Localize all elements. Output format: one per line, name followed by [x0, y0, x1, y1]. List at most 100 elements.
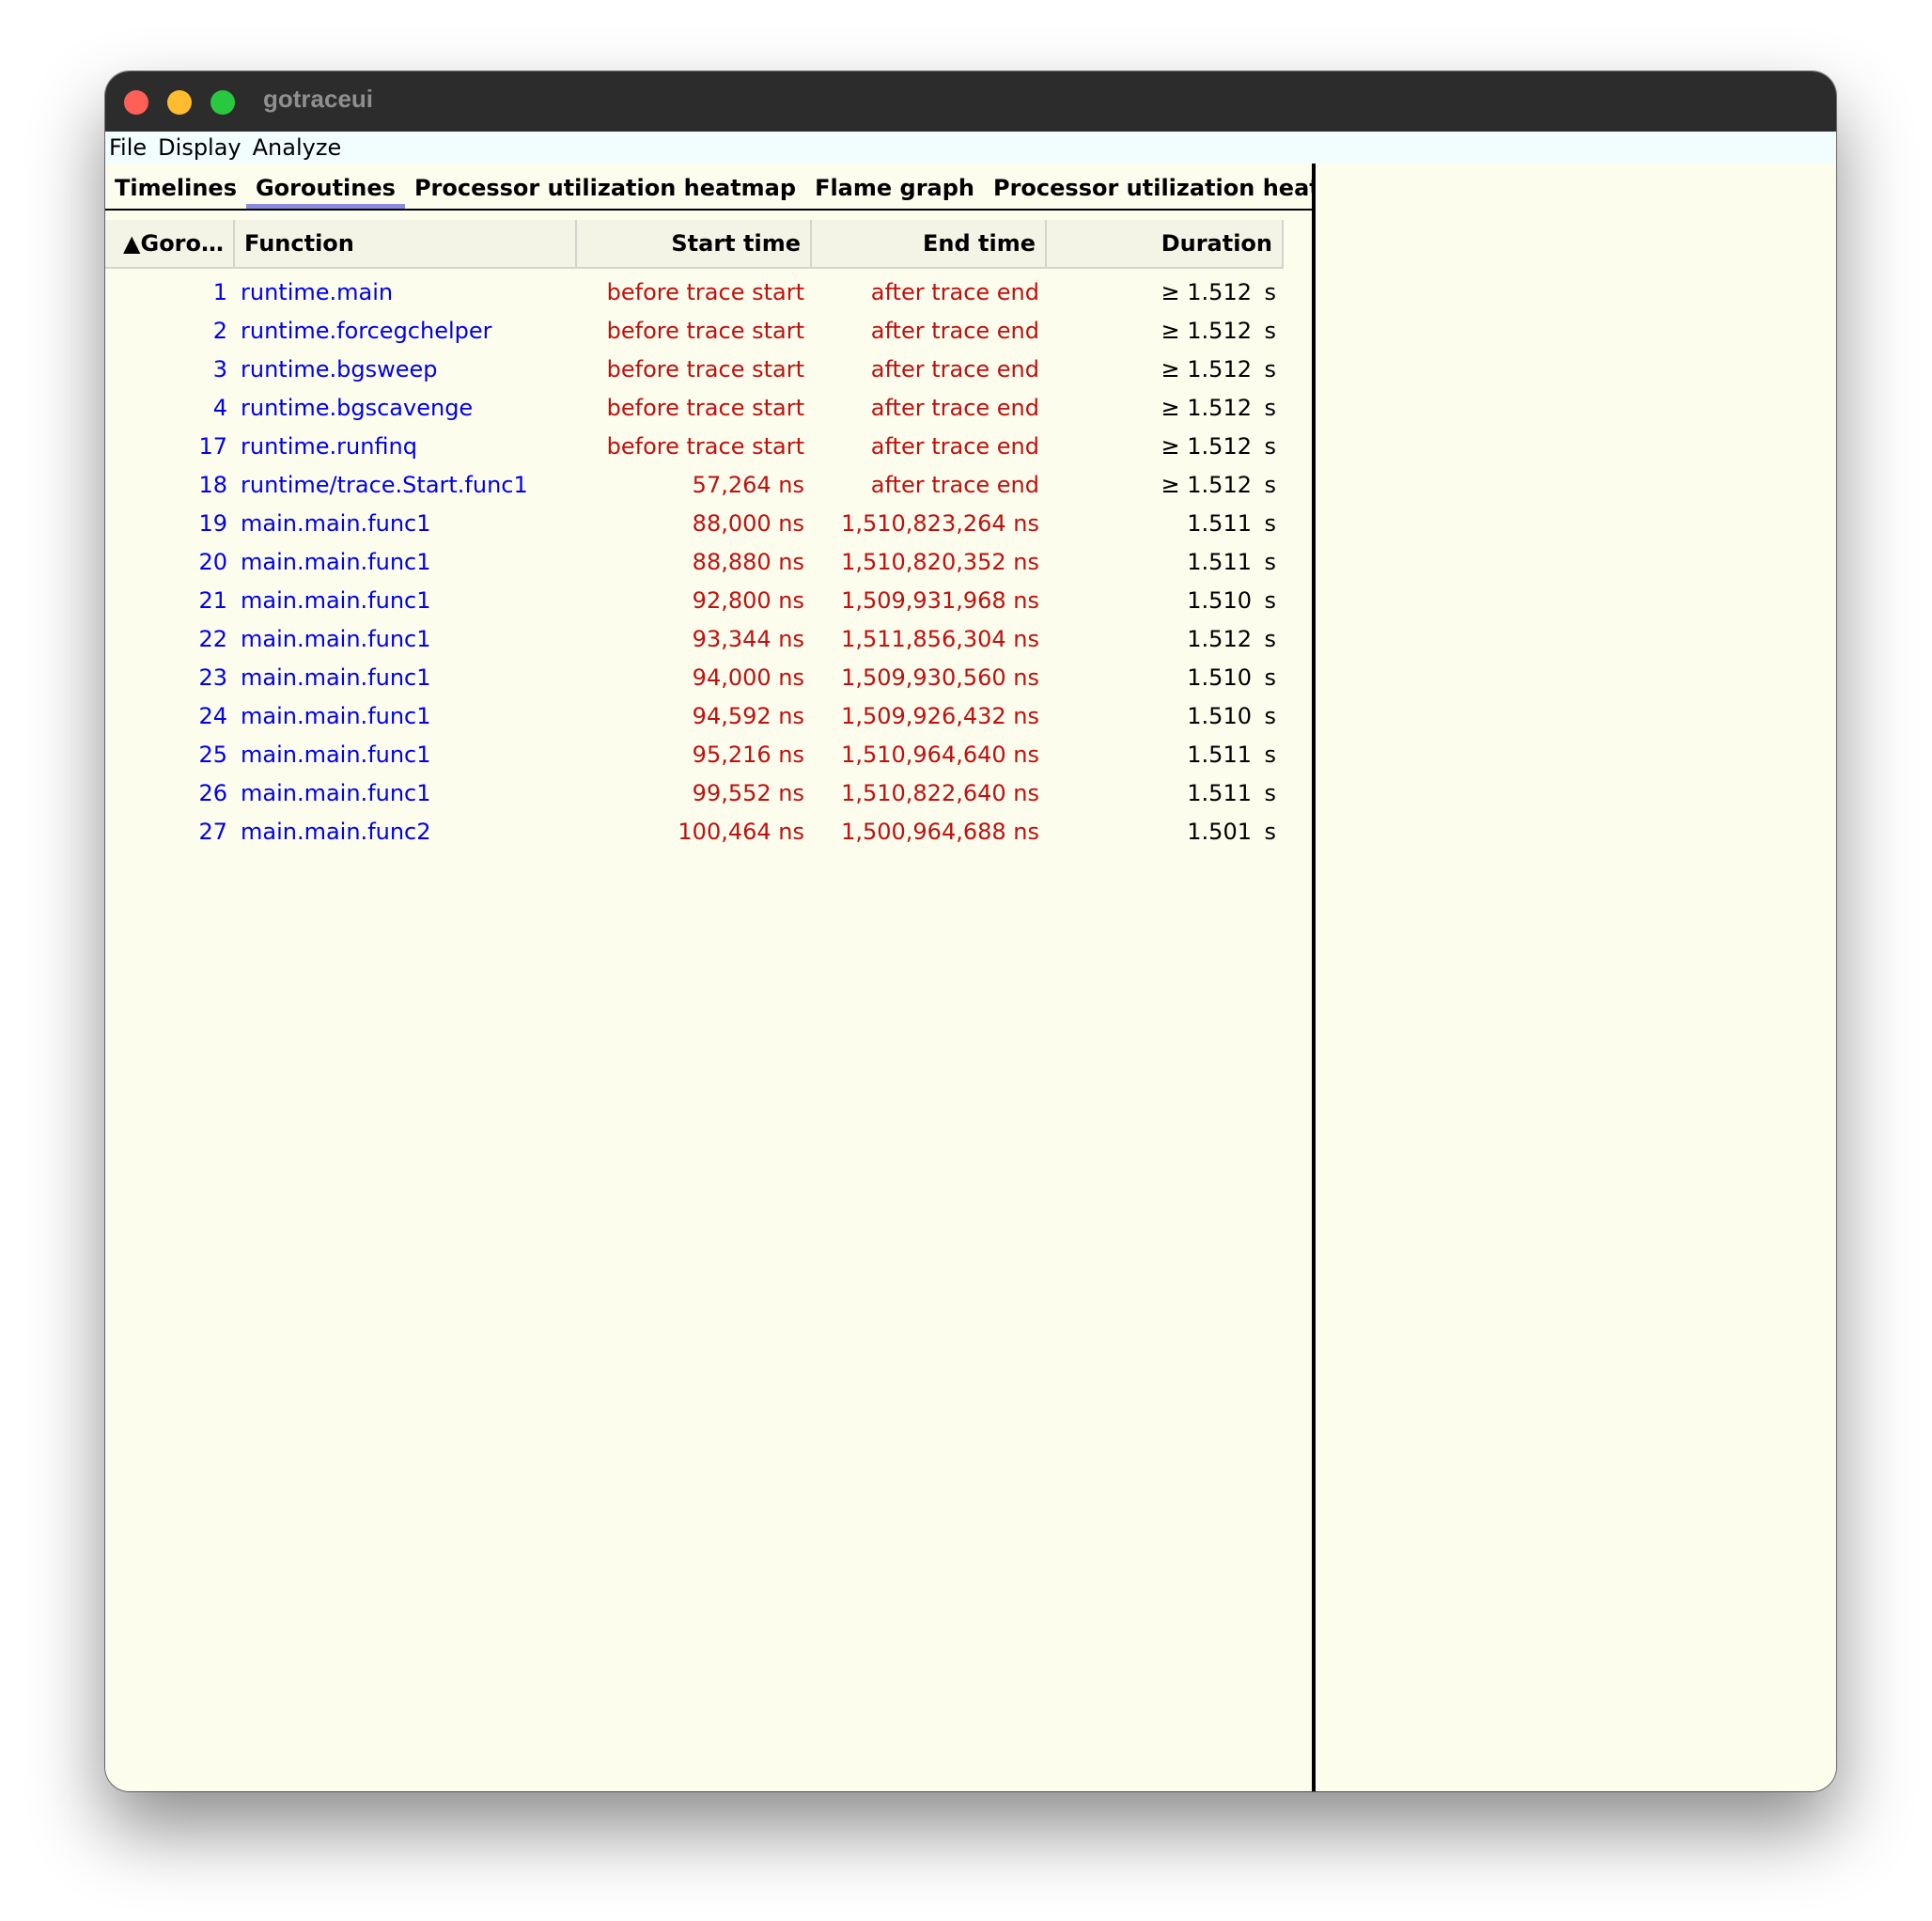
end-time-link[interactable]: 1,511,856,304 ns	[812, 626, 1047, 652]
goroutine-id-link[interactable]: 20	[105, 549, 235, 575]
function-link[interactable]: main.main.func1	[235, 703, 577, 729]
goroutine-id-link[interactable]: 3	[105, 356, 235, 383]
table-row[interactable]: 20 main.main.func1 88,880 ns 1,510,820,352 …	[105, 542, 1284, 581]
function-link[interactable]: main.main.func1	[235, 742, 577, 768]
goroutine-id-link[interactable]: 26	[105, 780, 235, 806]
end-time-link[interactable]: 1,509,930,560 ns	[812, 664, 1047, 691]
end-time-link[interactable]: after trace end	[812, 356, 1047, 383]
duration-cell: 1.511 s	[1047, 510, 1284, 537]
menu-file[interactable]: File	[105, 134, 150, 161]
column-header-duration[interactable]: Duration	[1047, 220, 1284, 267]
table-row[interactable]: 26 main.main.func1 99,552 ns 1,510,822,640 …	[105, 773, 1284, 812]
table-row[interactable]: 25 main.main.func1 95,216 ns 1,510,964,640 …	[105, 735, 1284, 773]
start-time-link[interactable]: 88,000 ns	[577, 510, 812, 537]
table-row[interactable]: 19 main.main.func1 88,000 ns 1,510,823,264 …	[105, 504, 1284, 542]
goroutine-id-link[interactable]: 19	[105, 510, 235, 537]
goroutine-id-link[interactable]: 18	[105, 472, 235, 498]
start-time-link[interactable]: 57,264 ns	[577, 472, 812, 498]
end-time-link[interactable]: 1,510,823,264 ns	[812, 510, 1047, 537]
end-time-link[interactable]: 1,509,926,432 ns	[812, 703, 1047, 729]
duration-cell: 1.511 s	[1047, 780, 1284, 806]
function-link[interactable]: main.main.func2	[235, 819, 577, 845]
start-time-link[interactable]: 95,216 ns	[577, 742, 812, 768]
start-time-link[interactable]: before trace start	[577, 433, 812, 460]
goroutine-id-link[interactable]: 4	[105, 395, 235, 421]
goroutine-id-link[interactable]: 21	[105, 587, 235, 614]
goroutine-id-link[interactable]: 23	[105, 664, 235, 691]
function-link[interactable]: main.main.func1	[235, 626, 577, 652]
menu-display[interactable]: Display	[154, 134, 244, 161]
end-time-link[interactable]: after trace end	[812, 472, 1047, 498]
end-time-link[interactable]: after trace end	[812, 279, 1047, 305]
function-link[interactable]: runtime.main	[235, 279, 577, 305]
goroutine-id-link[interactable]: 2	[105, 318, 235, 344]
close-window-button[interactable]	[124, 90, 148, 115]
goroutine-id-link[interactable]: 17	[105, 433, 235, 460]
duration-unit: s	[1264, 818, 1276, 845]
start-time-link[interactable]: 100,464 ns	[577, 819, 812, 845]
function-link[interactable]: main.main.func1	[235, 780, 577, 806]
table-row[interactable]: 21 main.main.func1 92,800 ns 1,509,931,968 …	[105, 581, 1284, 619]
function-link[interactable]: runtime.bgscavenge	[235, 395, 577, 421]
table-row[interactable]: 22 main.main.func1 93,344 ns 1,511,856,304 …	[105, 619, 1284, 658]
table-row[interactable]: 23 main.main.func1 94,000 ns 1,509,930,560 …	[105, 658, 1284, 696]
menu-analyze[interactable]: Analyze	[249, 134, 346, 161]
zoom-window-button[interactable]	[210, 90, 235, 115]
end-time-link[interactable]: 1,510,964,640 ns	[812, 742, 1047, 768]
function-link[interactable]: main.main.func1	[235, 664, 577, 691]
table-row[interactable]: 4 runtime.bgscavenge before trace start aft…	[105, 388, 1284, 427]
end-time-link[interactable]: after trace end	[812, 395, 1047, 421]
tab-goroutines[interactable]: Goroutines	[245, 175, 405, 209]
function-link[interactable]: runtime/trace.Start.func1	[235, 472, 577, 498]
start-time-link[interactable]: 92,800 ns	[577, 587, 812, 614]
table-row[interactable]: 17 runtime.runfinq before trace start after…	[105, 427, 1284, 465]
minimize-window-button[interactable]	[167, 90, 192, 115]
window-title: gotraceui	[263, 85, 374, 113]
duration-unit: s	[1264, 432, 1276, 460]
end-time-link[interactable]: 1,510,820,352 ns	[812, 549, 1047, 575]
function-link[interactable]: runtime.forcegchelper	[235, 318, 577, 344]
column-header-goroutine[interactable]: ▲Goro…	[105, 220, 235, 267]
tab-timelines[interactable]: Timelines	[105, 175, 246, 209]
function-link[interactable]: main.main.func1	[235, 549, 577, 575]
column-header-start-time[interactable]: Start time	[577, 220, 812, 267]
end-time-link[interactable]: after trace end	[812, 433, 1047, 460]
start-time-link[interactable]: 94,592 ns	[577, 703, 812, 729]
column-header-end-time[interactable]: End time	[812, 220, 1047, 267]
function-link[interactable]: main.main.func1	[235, 510, 577, 537]
start-time-link[interactable]: 93,344 ns	[577, 626, 812, 652]
goroutine-id-link[interactable]: 25	[105, 742, 235, 768]
start-time-link[interactable]: 88,880 ns	[577, 549, 812, 575]
end-time-link[interactable]: 1,510,822,640 ns	[812, 780, 1047, 806]
tab-flame-graph[interactable]: Flame graph	[805, 175, 984, 209]
end-time-link[interactable]: 1,509,931,968 ns	[812, 587, 1047, 614]
end-time-link[interactable]: after trace end	[812, 318, 1047, 344]
goroutine-id-link[interactable]: 27	[105, 819, 235, 845]
side-pane	[1316, 164, 1836, 1791]
column-header-function[interactable]: Function	[235, 220, 577, 267]
start-time-link[interactable]: before trace start	[577, 318, 812, 344]
start-time-link[interactable]: 99,552 ns	[577, 780, 812, 806]
table-row[interactable]: 27 main.main.func2 100,464 ns 1,500,964,688…	[105, 812, 1284, 851]
duration-unit: s	[1264, 741, 1276, 768]
goroutine-id-link[interactable]: 1	[105, 279, 235, 305]
table-row[interactable]: 3 runtime.bgsweep before trace start after …	[105, 350, 1284, 388]
end-time-link[interactable]: 1,500,964,688 ns	[812, 819, 1047, 845]
table-row[interactable]: 24 main.main.func1 94,592 ns 1,509,926,432 …	[105, 696, 1284, 735]
table-row[interactable]: 18 runtime/trace.Start.func1 57,264 ns afte…	[105, 465, 1284, 504]
goroutine-id-link[interactable]: 22	[105, 626, 235, 652]
duration-value: 1.511	[1187, 509, 1252, 537]
function-link[interactable]: main.main.func1	[235, 587, 577, 614]
function-link[interactable]: runtime.bgsweep	[235, 356, 577, 383]
start-time-link[interactable]: before trace start	[577, 279, 812, 305]
start-time-link[interactable]: 94,000 ns	[577, 664, 812, 691]
table-row[interactable]: 1 runtime.main before trace start after tra…	[105, 273, 1284, 311]
duration-unit: s	[1264, 471, 1276, 498]
table-row[interactable]: 2 runtime.forcegchelper before trace start…	[105, 311, 1284, 350]
tab-processor-utilization-heatmap[interactable]: Processor utilization heatmap	[405, 175, 805, 209]
duration-value: ≥ 1.512	[1161, 317, 1252, 344]
start-time-link[interactable]: before trace start	[577, 395, 812, 421]
start-time-link[interactable]: before trace start	[577, 356, 812, 383]
goroutine-id-link[interactable]: 24	[105, 703, 235, 729]
function-link[interactable]: runtime.runfinq	[235, 433, 577, 460]
